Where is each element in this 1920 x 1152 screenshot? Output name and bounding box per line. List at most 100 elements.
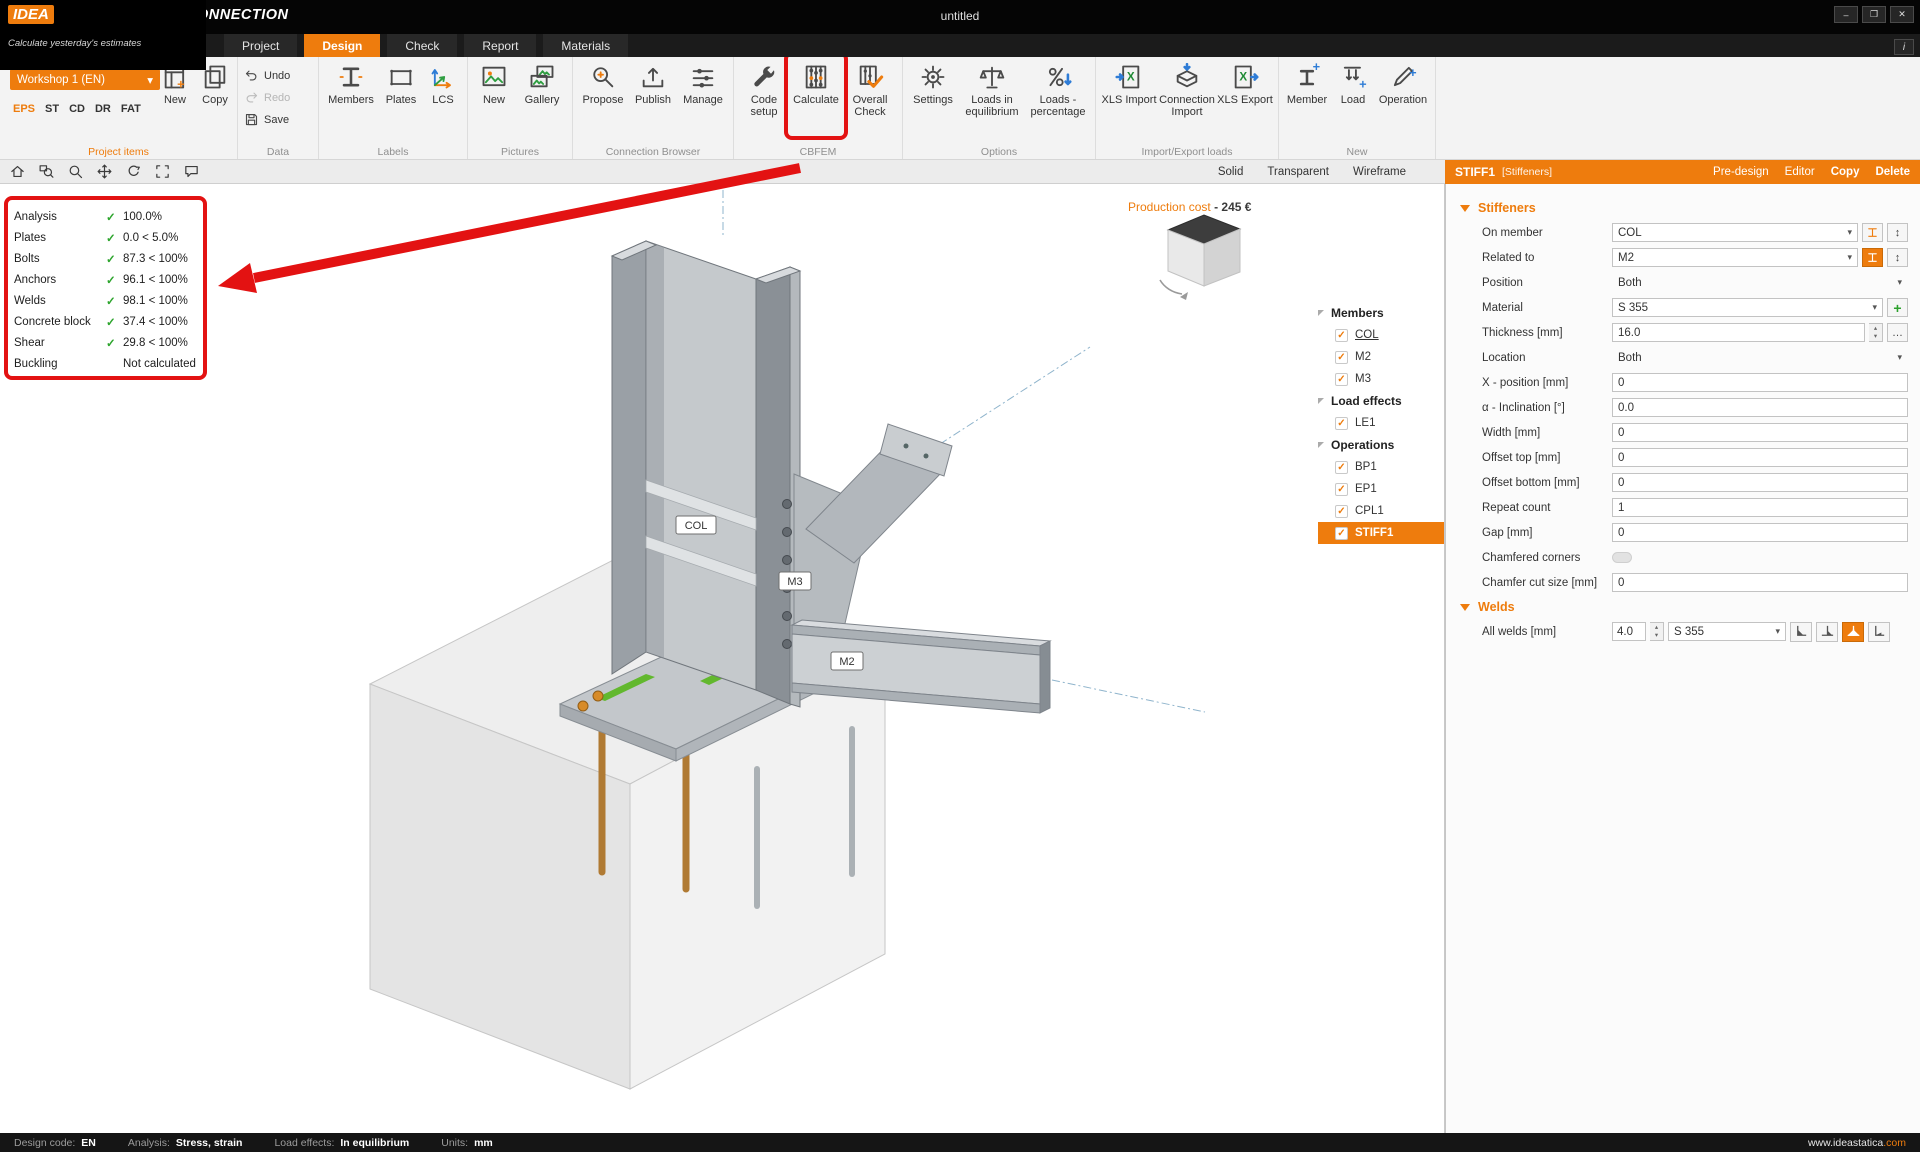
- tree-item-col[interactable]: ✓COL: [1318, 324, 1445, 346]
- add-material-button[interactable]: +: [1887, 298, 1908, 317]
- thickness-input[interactable]: 16.0: [1612, 323, 1865, 342]
- undo-button[interactable]: Undo: [242, 66, 314, 85]
- member-picker-button[interactable]: [1862, 223, 1883, 242]
- workshop-selector[interactable]: Workshop 1 (EN) ▾: [10, 69, 160, 90]
- gap-input[interactable]: 0: [1612, 523, 1908, 542]
- x-position-input[interactable]: 0: [1612, 373, 1908, 392]
- code-badge-dr[interactable]: DR: [95, 103, 111, 115]
- checkbox-icon[interactable]: ✓: [1335, 351, 1348, 364]
- width-input[interactable]: 0: [1612, 423, 1908, 442]
- new-member-button[interactable]: + Member: [1283, 57, 1331, 139]
- related-member-button[interactable]: [1862, 248, 1883, 267]
- related-to-select[interactable]: M2▾: [1612, 248, 1858, 267]
- weld-size-stepper[interactable]: ▴▾: [1650, 622, 1664, 641]
- tab-check[interactable]: Check: [387, 34, 457, 57]
- repeat-count-input[interactable]: 1: [1612, 498, 1908, 517]
- xls-export-button[interactable]: X XLS Export: [1216, 57, 1274, 139]
- tab-project[interactable]: Project: [224, 34, 297, 57]
- tab-materials[interactable]: Materials: [543, 34, 628, 57]
- view-mode-solid[interactable]: Solid: [1218, 166, 1244, 178]
- tree-item-le1[interactable]: ✓LE1: [1318, 412, 1445, 434]
- on-member-select[interactable]: COL▾: [1612, 223, 1858, 242]
- weld-size-input[interactable]: 4.0: [1612, 622, 1646, 641]
- settings-button[interactable]: Settings: [907, 57, 959, 139]
- checkbox-icon[interactable]: ✓: [1335, 329, 1348, 342]
- copy-operation-button[interactable]: Copy: [1831, 166, 1860, 178]
- model-viewport[interactable]: COL M3 M2 Production cost - 245 € Analys…: [0, 184, 1445, 1133]
- related-cycle-button[interactable]: ↕: [1887, 248, 1908, 267]
- code-setup-button[interactable]: Code setup: [738, 57, 790, 139]
- offset-top-input[interactable]: 0: [1612, 448, 1908, 467]
- chamfer-cut-size-input[interactable]: 0: [1612, 573, 1908, 592]
- section-stiffeners[interactable]: Stiffeners: [1446, 196, 1920, 220]
- zoom-icon[interactable]: [67, 163, 84, 180]
- tree-item-bp1[interactable]: ✓BP1: [1318, 456, 1445, 478]
- checkbox-icon[interactable]: ✓: [1335, 505, 1348, 518]
- tree-section-operations[interactable]: Operations: [1318, 434, 1445, 456]
- weld-type-butt-button[interactable]: [1868, 622, 1890, 642]
- gallery-button[interactable]: Gallery: [516, 57, 568, 139]
- calculate-button[interactable]: Calculate: [790, 57, 842, 139]
- maximize-button[interactable]: ❐: [1862, 6, 1886, 23]
- checkbox-icon[interactable]: ✓: [1335, 461, 1348, 474]
- rotate-view-icon[interactable]: [125, 163, 142, 180]
- save-button[interactable]: Save: [242, 110, 314, 129]
- position-select[interactable]: Both▾: [1612, 273, 1908, 292]
- zoom-fit-icon[interactable]: [154, 163, 171, 180]
- code-badge-st[interactable]: ST: [45, 103, 59, 115]
- thickness-stepper[interactable]: ▴▾: [1869, 323, 1883, 342]
- overall-check-button[interactable]: Overall Check: [842, 57, 898, 139]
- propose-button[interactable]: Propose: [577, 57, 629, 139]
- tree-item-m2[interactable]: ✓M2: [1318, 346, 1445, 368]
- loads-in-equilibrium-button[interactable]: Loads in equilibrium: [959, 57, 1025, 139]
- new-picture-button[interactable]: New: [472, 57, 516, 139]
- weld-type-fillet-button[interactable]: [1790, 622, 1812, 642]
- checkbox-icon[interactable]: ✓: [1335, 483, 1348, 496]
- delete-operation-button[interactable]: Delete: [1875, 166, 1910, 178]
- website-link[interactable]: www.ideastatica.com: [1808, 1137, 1906, 1149]
- comment-icon[interactable]: [183, 163, 200, 180]
- pan-icon[interactable]: [96, 163, 113, 180]
- chamfered-corners-checkbox[interactable]: [1612, 552, 1632, 563]
- tree-item-ep1[interactable]: ✓EP1: [1318, 478, 1445, 500]
- minimize-button[interactable]: –: [1834, 6, 1858, 23]
- weld-type-double-fillet-button[interactable]: [1842, 622, 1864, 642]
- material-select[interactable]: S 355▾: [1612, 298, 1883, 317]
- tree-item-stiff1[interactable]: ✓STIFF1: [1318, 522, 1445, 544]
- view-mode-wireframe[interactable]: Wireframe: [1353, 166, 1406, 178]
- checkbox-icon[interactable]: ✓: [1335, 417, 1348, 430]
- redo-button[interactable]: Redo: [242, 88, 314, 107]
- tree-section-members[interactable]: Members: [1318, 302, 1445, 324]
- connection-import-button[interactable]: Connection Import: [1158, 57, 1216, 139]
- code-badge-fat[interactable]: FAT: [121, 103, 141, 115]
- inclination-input[interactable]: 0.0: [1612, 398, 1908, 417]
- thickness-more-button[interactable]: …: [1887, 323, 1908, 342]
- location-select[interactable]: Both▾: [1612, 348, 1908, 367]
- weld-type-both-sides-button[interactable]: [1816, 622, 1838, 642]
- tree-section-load-effects[interactable]: Load effects: [1318, 390, 1445, 412]
- new-operation-button[interactable]: + Operation: [1375, 57, 1431, 139]
- pre-design-button[interactable]: Pre-design: [1713, 166, 1769, 178]
- xls-import-button[interactable]: X XLS Import: [1100, 57, 1158, 139]
- navigation-cube[interactable]: [1160, 215, 1240, 300]
- home-view-icon[interactable]: [9, 163, 26, 180]
- members-labels-button[interactable]: Members: [323, 57, 379, 139]
- view-mode-transparent[interactable]: Transparent: [1267, 166, 1329, 178]
- member-cycle-button[interactable]: ↕: [1887, 223, 1908, 242]
- offset-bottom-input[interactable]: 0: [1612, 473, 1908, 492]
- editor-button[interactable]: Editor: [1785, 166, 1815, 178]
- plates-labels-button[interactable]: Plates: [379, 57, 423, 139]
- publish-button[interactable]: Publish: [629, 57, 677, 139]
- lcs-labels-button[interactable]: LCS: [423, 57, 463, 139]
- tree-item-m3[interactable]: ✓M3: [1318, 368, 1445, 390]
- tab-report[interactable]: Report: [464, 34, 536, 57]
- weld-material-select[interactable]: S 355▾: [1668, 622, 1786, 641]
- tree-item-cpl1[interactable]: ✓CPL1: [1318, 500, 1445, 522]
- checkbox-icon[interactable]: ✓: [1335, 527, 1348, 540]
- tab-design[interactable]: Design: [304, 34, 380, 57]
- section-welds[interactable]: Welds: [1446, 595, 1920, 619]
- checkbox-icon[interactable]: ✓: [1335, 373, 1348, 386]
- loads-percentage-button[interactable]: Loads - percentage: [1025, 57, 1091, 139]
- code-badge-cd[interactable]: CD: [69, 103, 85, 115]
- manage-button[interactable]: Manage: [677, 57, 729, 139]
